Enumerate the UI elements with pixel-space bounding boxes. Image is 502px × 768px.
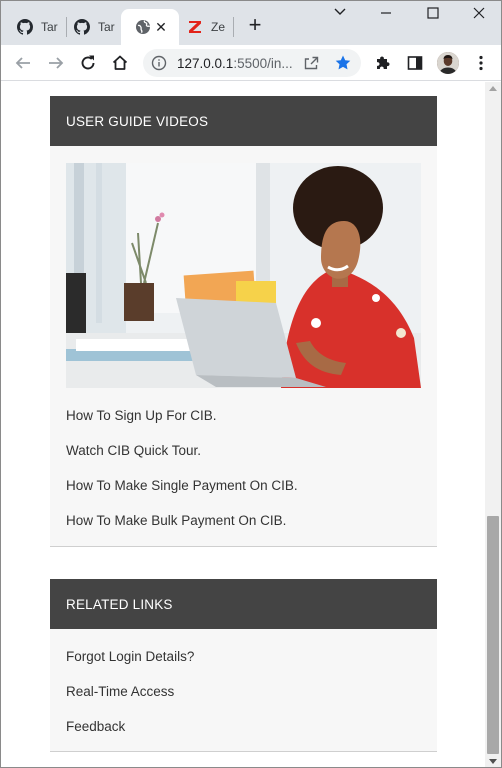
page-scrollbar[interactable] [485, 82, 501, 767]
side-panel-icon [407, 56, 423, 70]
reload-icon [81, 55, 95, 70]
star-icon[interactable] [334, 54, 352, 72]
related-link-forgot-login[interactable]: Forgot Login Details? [66, 649, 194, 664]
address-bar[interactable]: 127.0.0.1:5500/in... [143, 49, 361, 77]
reload-button[interactable] [78, 53, 98, 73]
tab-github-1[interactable]: Tar [1, 9, 65, 45]
browser-toolbar: 127.0.0.1:5500/in... [1, 45, 501, 81]
new-tab-button[interactable]: + [245, 14, 265, 36]
close-window-button[interactable] [468, 6, 490, 26]
panel-divider [50, 546, 437, 547]
forward-button[interactable] [46, 53, 66, 73]
github-icon [74, 19, 90, 35]
side-panel-button[interactable] [405, 53, 425, 73]
avatar-icon [437, 52, 459, 74]
woman-at-laptop-image [66, 163, 421, 388]
related-links-heading: RELATED LINKS [50, 579, 437, 629]
share-icon[interactable] [303, 55, 319, 71]
close-tab-icon[interactable]: ✕ [153, 19, 169, 35]
back-button[interactable] [13, 53, 33, 73]
tab-zenith[interactable]: Ze [171, 9, 233, 45]
tab-github-2[interactable]: Tar [58, 9, 122, 45]
home-icon [112, 55, 128, 70]
url-text: 127.0.0.1:5500/in... [177, 56, 293, 71]
page-viewport: USER GUIDE VIDEOS How To Sign Up For CIB… [1, 82, 501, 767]
guide-link-quick-tour[interactable]: Watch CIB Quick Tour. [66, 443, 201, 458]
tab-title: Tar [98, 20, 115, 34]
related-link-real-time-access[interactable]: Real-Time Access [66, 684, 174, 699]
profile-avatar[interactable] [437, 52, 459, 74]
panel-divider [50, 751, 437, 752]
minimize-button[interactable] [375, 6, 397, 26]
related-links-panel: RELATED LINKS Forgot Login Details? Real… [50, 579, 437, 752]
more-vert-icon [479, 55, 483, 71]
maximize-icon [427, 7, 439, 19]
tab-title: Ze [211, 20, 226, 34]
close-icon [473, 7, 485, 19]
globe-icon [136, 20, 151, 34]
browser-window: Tar Tar ✕ Ze + 127.0.0.1:5500/in... USER… [0, 0, 502, 768]
tab-search-button[interactable] [329, 4, 351, 24]
guide-link-bulk-payment[interactable]: How To Make Bulk Payment On CIB. [66, 513, 286, 528]
github-icon [17, 19, 33, 35]
url-host: 127.0.0.1 [177, 56, 234, 71]
maximize-button[interactable] [422, 6, 444, 26]
tab-divider [233, 17, 234, 37]
menu-button[interactable] [471, 53, 491, 73]
user-guide-heading: USER GUIDE VIDEOS [50, 96, 437, 146]
chevron-down-icon [334, 8, 346, 15]
arrow-left-icon [15, 57, 30, 69]
minimize-icon [381, 12, 391, 14]
guide-link-sign-up[interactable]: How To Sign Up For CIB. [66, 408, 217, 423]
tab-strip: Tar Tar ✕ Ze + [1, 1, 501, 45]
user-guide-video-thumbnail[interactable] [66, 163, 421, 388]
related-link-feedback[interactable]: Feedback [66, 719, 125, 734]
tab-title: Tar [41, 20, 58, 34]
url-path: :5500/in... [233, 56, 293, 71]
arrow-right-icon [49, 57, 64, 69]
extensions-button[interactable] [373, 53, 393, 73]
scrollbar-thumb[interactable] [487, 516, 499, 754]
scroll-up-arrow-icon[interactable] [489, 86, 497, 91]
zenith-icon [189, 21, 201, 33]
user-guide-panel: USER GUIDE VIDEOS How To Sign Up For CIB… [50, 96, 437, 547]
home-button[interactable] [110, 53, 130, 73]
guide-link-single-payment[interactable]: How To Make Single Payment On CIB. [66, 478, 298, 493]
scroll-down-arrow-icon[interactable] [489, 759, 497, 764]
puzzle-icon [377, 56, 390, 69]
info-icon[interactable] [151, 55, 167, 71]
